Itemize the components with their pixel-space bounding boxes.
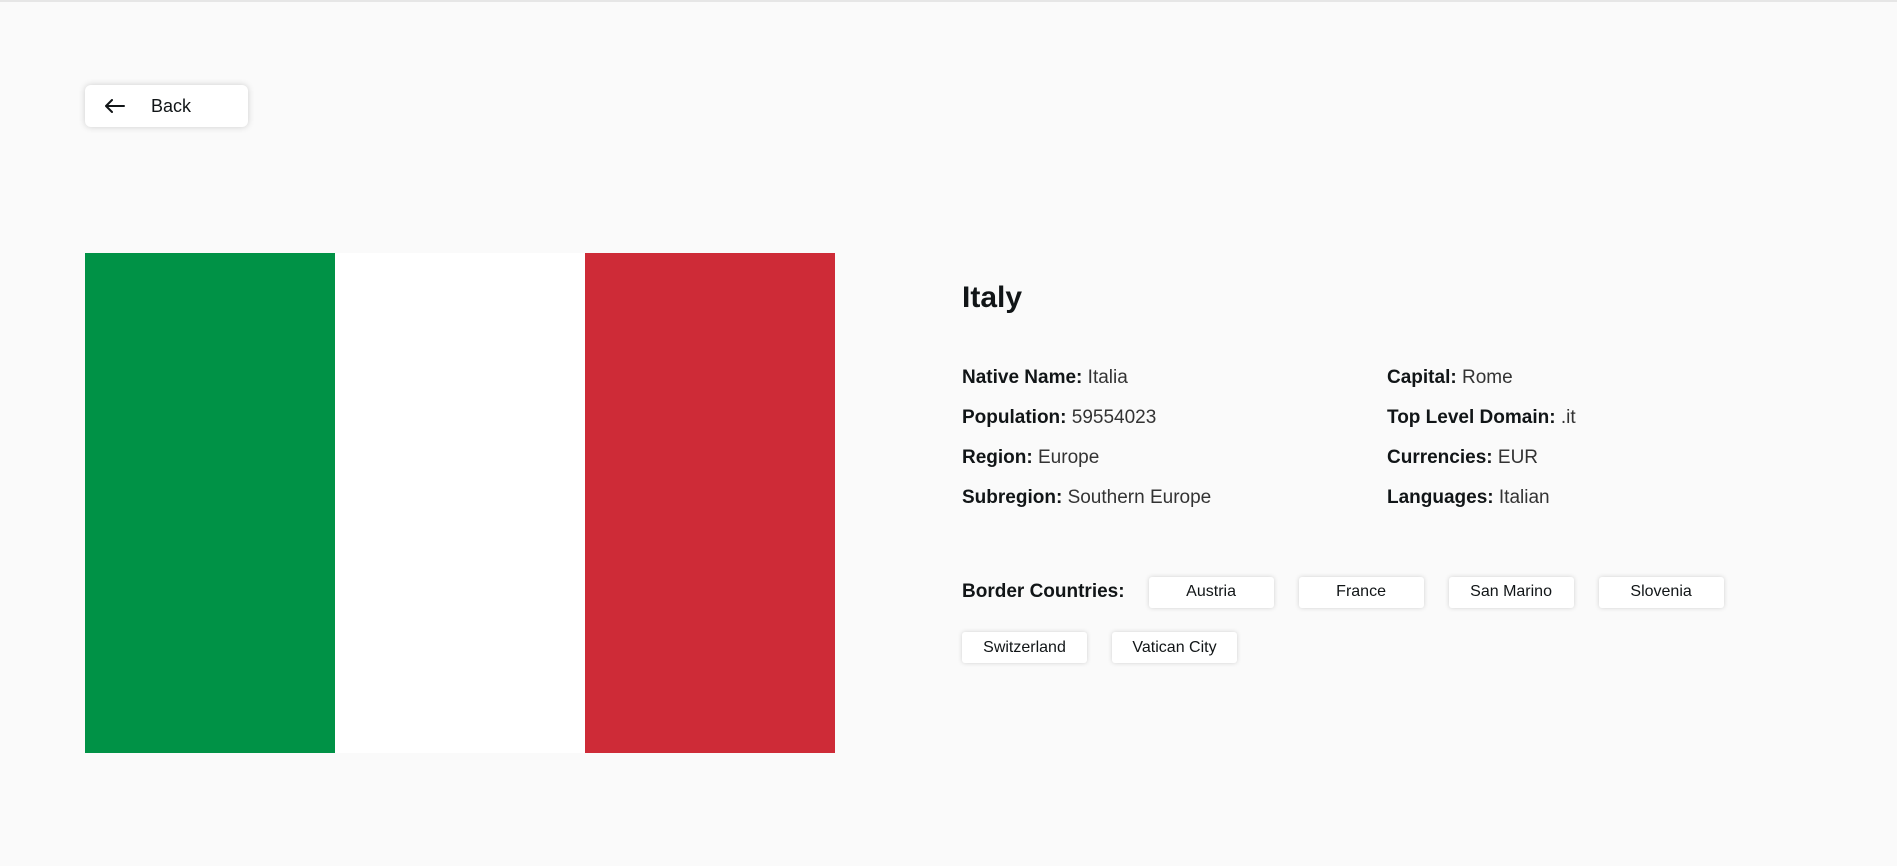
info-grid: Native Name: Italia Population: 59554023… — [962, 366, 1812, 526]
country-flag — [85, 253, 835, 753]
back-button[interactable]: Back — [85, 85, 248, 127]
border-country-button[interactable]: Slovenia — [1598, 576, 1724, 608]
info-languages: Languages: Italian — [1387, 487, 1550, 508]
info-native-name: Native Name: Italia — [962, 367, 1128, 388]
border-country-button[interactable]: San Marino — [1448, 576, 1574, 608]
info-column-left: Native Name: Italia Population: 59554023… — [962, 366, 1387, 526]
info-column-right: Capital: Rome Top Level Domain: .it Curr… — [1387, 366, 1812, 526]
info-top-level-domain: Top Level Domain: .it — [1387, 407, 1576, 428]
border-country-button[interactable]: Vatican City — [1112, 632, 1237, 663]
border-countries: Border Countries: Austria France San Mar… — [962, 576, 1762, 687]
country-details: Italy Native Name: Italia Population: 59… — [962, 280, 1812, 687]
flag-stripe-green — [85, 253, 335, 753]
info-region: Region: Europe — [962, 447, 1100, 468]
arrow-left-icon — [103, 94, 127, 118]
info-capital: Capital: Rome — [1387, 367, 1513, 388]
flag-stripe-white — [335, 253, 585, 753]
country-name: Italy — [962, 281, 1023, 314]
border-countries-label: Border Countries: — [962, 581, 1125, 602]
border-country-button[interactable]: France — [1298, 576, 1424, 608]
info-population: Population: 59554023 — [962, 407, 1157, 428]
info-currencies: Currencies: EUR — [1387, 447, 1539, 468]
info-subregion: Subregion: Southern Europe — [962, 487, 1212, 508]
border-country-button[interactable]: Switzerland — [962, 632, 1087, 663]
back-button-label: Back — [151, 95, 192, 116]
border-country-button[interactable]: Austria — [1148, 576, 1274, 608]
flag-stripe-red — [585, 253, 835, 753]
top-divider — [0, 0, 1897, 2]
